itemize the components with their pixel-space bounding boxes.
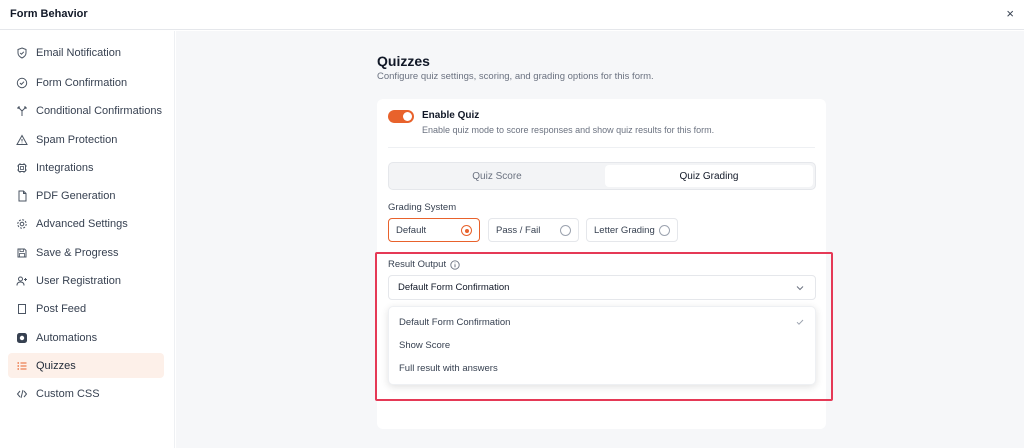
document-icon [16, 190, 28, 202]
sidebar-item-label: Quizzes [36, 359, 76, 372]
sidebar-item-label: Conditional Confirmations [36, 104, 162, 117]
option-label: Show Score [399, 339, 451, 351]
list-icon [16, 360, 28, 372]
sidebar-item-label: Form Confirmation [36, 76, 128, 89]
grading-option-letter[interactable]: Letter Grading [586, 218, 678, 242]
automation-icon [16, 332, 28, 344]
sidebar: Email Notification Form Confirmation Con… [0, 31, 175, 448]
page-title: Quizzes [377, 53, 430, 69]
sidebar-item-label: Integrations [36, 161, 94, 174]
sidebar-item-label: Email Notification [36, 46, 121, 59]
enable-quiz-toggle[interactable] [388, 110, 414, 123]
info-icon[interactable] [450, 259, 460, 270]
sidebar-item-automations[interactable]: Automations [8, 325, 164, 350]
radio-unselected[interactable] [659, 225, 670, 236]
sidebar-item-custom-css[interactable]: Custom CSS [8, 381, 164, 406]
shield-check-icon [16, 46, 28, 59]
grading-option-default[interactable]: Default [388, 218, 480, 242]
option-label: Letter Grading [594, 224, 655, 236]
sidebar-item-label: Post Feed [36, 302, 87, 315]
sidebar-item-post-feed[interactable]: Post Feed [8, 296, 164, 321]
sidebar-item-quizzes[interactable]: Quizzes [8, 353, 164, 378]
sidebar-item-pdf-generation[interactable]: PDF Generation [8, 183, 164, 208]
quiz-tabs: Quiz Score Quiz Grading [388, 162, 816, 190]
option-label: Default [396, 224, 427, 236]
option-label: Default Form Confirmation [399, 316, 511, 328]
sidebar-item-label: Spam Protection [36, 133, 118, 146]
check-circle-icon [16, 77, 28, 89]
enable-quiz-label: Enable Quiz [422, 110, 480, 121]
close-icon[interactable]: × [1006, 6, 1014, 22]
sidebar-item-label: Automations [36, 331, 98, 344]
window-title: Form Behavior [10, 8, 88, 20]
sidebar-item-label: PDF Generation [36, 189, 116, 202]
sidebar-item-label: Advanced Settings [36, 217, 128, 230]
enable-quiz-description: Enable quiz mode to score responses and … [422, 125, 715, 135]
radio-unselected[interactable] [560, 225, 571, 236]
gear-icon [16, 218, 28, 230]
warning-icon [16, 133, 28, 146]
sidebar-item-label: User Registration [36, 274, 121, 287]
option-label: Full result with answers [399, 362, 498, 374]
select-value: Default Form Confirmation [398, 282, 510, 293]
sidebar-item-spam-protection[interactable]: Spam Protection [8, 127, 164, 152]
toggle-knob [403, 112, 412, 121]
branch-icon [16, 105, 28, 117]
sidebar-item-save-progress[interactable]: Save & Progress [8, 240, 164, 265]
dropdown-option-default-confirmation[interactable]: Default Form Confirmation [389, 311, 815, 333]
sidebar-item-label: Custom CSS [36, 387, 100, 400]
page-subtitle: Configure quiz settings, scoring, and gr… [377, 71, 654, 82]
tab-quiz-grading[interactable]: Quiz Grading [605, 165, 813, 187]
option-label: Pass / Fail [496, 224, 541, 236]
dropdown-option-show-score[interactable]: Show Score [389, 334, 815, 356]
result-output-label: Result Output [388, 259, 460, 270]
code-icon [16, 388, 28, 400]
post-icon [16, 303, 28, 315]
sidebar-item-advanced-settings[interactable]: Advanced Settings [8, 211, 164, 236]
sidebar-item-conditional-confirmations[interactable]: Conditional Confirmations [8, 98, 164, 123]
divider [388, 147, 815, 148]
window-header: Form Behavior × [0, 0, 1024, 30]
result-output-dropdown: Default Form Confirmation Show Score Ful… [388, 306, 816, 385]
check-icon [795, 317, 805, 327]
result-output-select[interactable]: Default Form Confirmation [388, 275, 816, 300]
main-content: Quizzes Configure quiz settings, scoring… [176, 31, 1024, 448]
grading-system-label: Grading System [388, 202, 457, 213]
sidebar-item-email-notification[interactable]: Email Notification [8, 40, 164, 65]
chip-icon [16, 162, 28, 174]
chevron-down-icon [795, 283, 805, 293]
sidebar-item-integrations[interactable]: Integrations [8, 155, 164, 180]
user-plus-icon [16, 275, 28, 287]
save-icon [16, 247, 28, 259]
grading-option-pass-fail[interactable]: Pass / Fail [488, 218, 579, 242]
sidebar-item-label: Save & Progress [36, 246, 119, 259]
sidebar-item-user-registration[interactable]: User Registration [8, 268, 164, 293]
dropdown-option-full-result[interactable]: Full result with answers [389, 357, 815, 379]
result-output-text: Result Output [388, 259, 447, 270]
sidebar-item-form-confirmation[interactable]: Form Confirmation [8, 70, 164, 95]
radio-selected[interactable] [461, 225, 472, 236]
tab-quiz-score[interactable]: Quiz Score [391, 165, 603, 187]
quiz-settings-card: Enable Quiz Enable quiz mode to score re… [377, 99, 826, 429]
